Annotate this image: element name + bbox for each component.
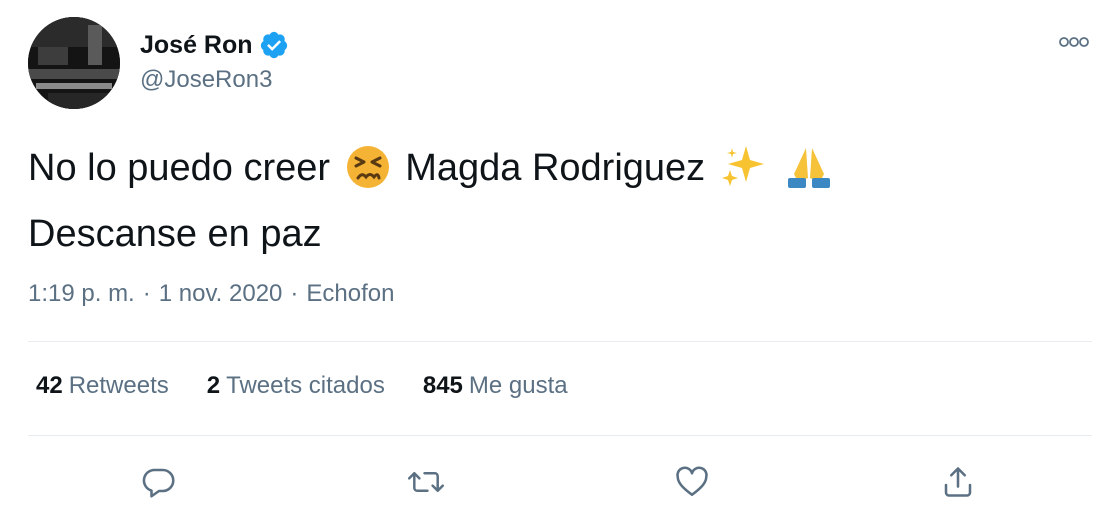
tweet-text-part: No lo puedo creer — [28, 147, 331, 189]
tweet-time[interactable]: 1:19 p. m. — [28, 280, 135, 308]
heart-icon — [676, 466, 708, 497]
divider — [28, 435, 1092, 436]
retweets-stat[interactable]: 42 Retweets — [36, 372, 169, 400]
likes-stat[interactable]: 845 Me gusta — [423, 372, 568, 400]
likes-label: Me gusta — [468, 372, 568, 399]
more-dots-icon — [1059, 37, 1089, 47]
author-name-row[interactable]: José Ron — [140, 28, 289, 62]
tweet-text-line-2: Descanse en paz — [28, 213, 322, 255]
share-button[interactable] — [936, 460, 980, 504]
divider — [28, 341, 1092, 342]
like-button[interactable] — [670, 460, 714, 504]
share-icon — [944, 467, 972, 497]
tweet-source[interactable]: Echofon — [306, 280, 394, 308]
tweet-date[interactable]: 1 nov. 2020 — [159, 280, 283, 308]
retweets-label: Retweets — [68, 372, 169, 399]
tweet-card: José Ron @JoseRon3 No lo puedo creer Mag… — [0, 0, 1119, 508]
tweet-text-line-1: No lo puedo creer Magda Rodriguez — [28, 140, 1088, 206]
folded-hands-icon — [784, 140, 834, 206]
reply-icon — [142, 468, 175, 498]
retweets-count: 42 — [36, 372, 63, 399]
quote-tweets-label: Tweets citados — [226, 372, 385, 399]
more-options-button[interactable] — [1054, 28, 1094, 56]
meta-separator: · — [142, 280, 151, 307]
retweet-button[interactable] — [404, 460, 448, 504]
avatar[interactable] — [28, 17, 120, 109]
meta-separator: · — [290, 280, 299, 307]
sparkles-icon — [720, 144, 766, 206]
likes-count: 845 — [422, 372, 463, 399]
tweet-meta: 1:19 p. m. · 1 nov. 2020 · Echofon — [28, 280, 394, 308]
reply-button[interactable] — [137, 460, 181, 504]
author-handle[interactable]: @JoseRon3 — [140, 66, 272, 94]
author-name[interactable]: José Ron — [140, 31, 253, 60]
verified-badge-icon — [259, 30, 289, 60]
tweet-stats: 42 Retweets 2 Tweets citados 845 Me gusta — [36, 372, 606, 400]
tweet-mention-text: Magda Rodriguez — [405, 147, 706, 189]
quote-tweets-stat[interactable]: 2 Tweets citados — [207, 372, 385, 400]
quote-tweets-count: 2 — [206, 372, 221, 399]
avatar-image — [28, 17, 120, 109]
tweet-text: No lo puedo creer Magda Rodriguez Descan… — [28, 140, 1088, 262]
retweet-icon — [407, 471, 445, 493]
persevering-face-icon — [345, 144, 391, 206]
